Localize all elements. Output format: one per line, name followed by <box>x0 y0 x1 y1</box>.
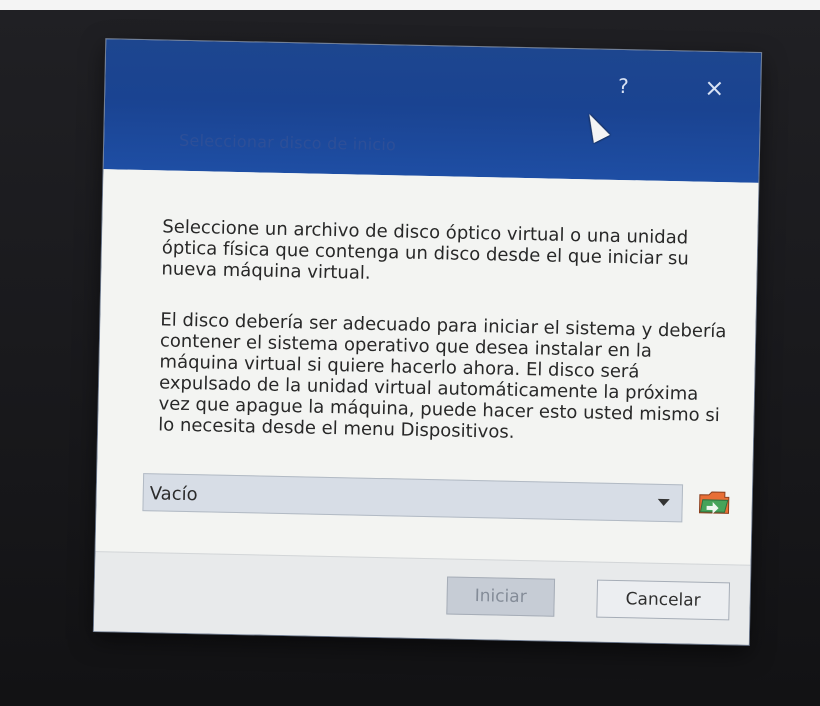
chevron-down-icon[interactable] <box>657 498 670 507</box>
help-button[interactable]: ? <box>600 66 647 107</box>
dialog-footer: Iniciar Cancelar <box>93 551 751 645</box>
screen-top-edge <box>0 0 820 10</box>
start-button-label: Iniciar <box>474 586 527 608</box>
start-disk-dialog: Seleccionar disco de inicio ? × Seleccio… <box>93 39 762 645</box>
dialog-body: Seleccione un archivo de disco óptico vi… <box>95 169 759 565</box>
start-button[interactable]: Iniciar <box>446 576 556 617</box>
disk-selector-value: Vacío <box>149 483 198 506</box>
cancel-button-label: Cancelar <box>625 589 701 611</box>
instruction-paragraph-2: El disco debería ser adecuado para inici… <box>157 309 727 443</box>
folder-icon[interactable] <box>697 488 732 517</box>
dialog-titlebar: Seleccionar disco de inicio ? × <box>103 39 762 183</box>
disk-selector-combobox[interactable]: Vacío <box>142 473 684 523</box>
mouse-cursor-icon <box>581 109 610 144</box>
close-button[interactable]: × <box>691 67 738 108</box>
cancel-button[interactable]: Cancelar <box>596 579 731 621</box>
dialog-title: Seleccionar disco de inicio <box>178 130 397 155</box>
instruction-paragraph-1: Seleccione un archivo de disco óptico vi… <box>161 216 689 284</box>
close-icon: × <box>704 73 725 103</box>
disk-selector-row: Vacío <box>142 473 743 526</box>
help-icon: ? <box>617 73 629 99</box>
